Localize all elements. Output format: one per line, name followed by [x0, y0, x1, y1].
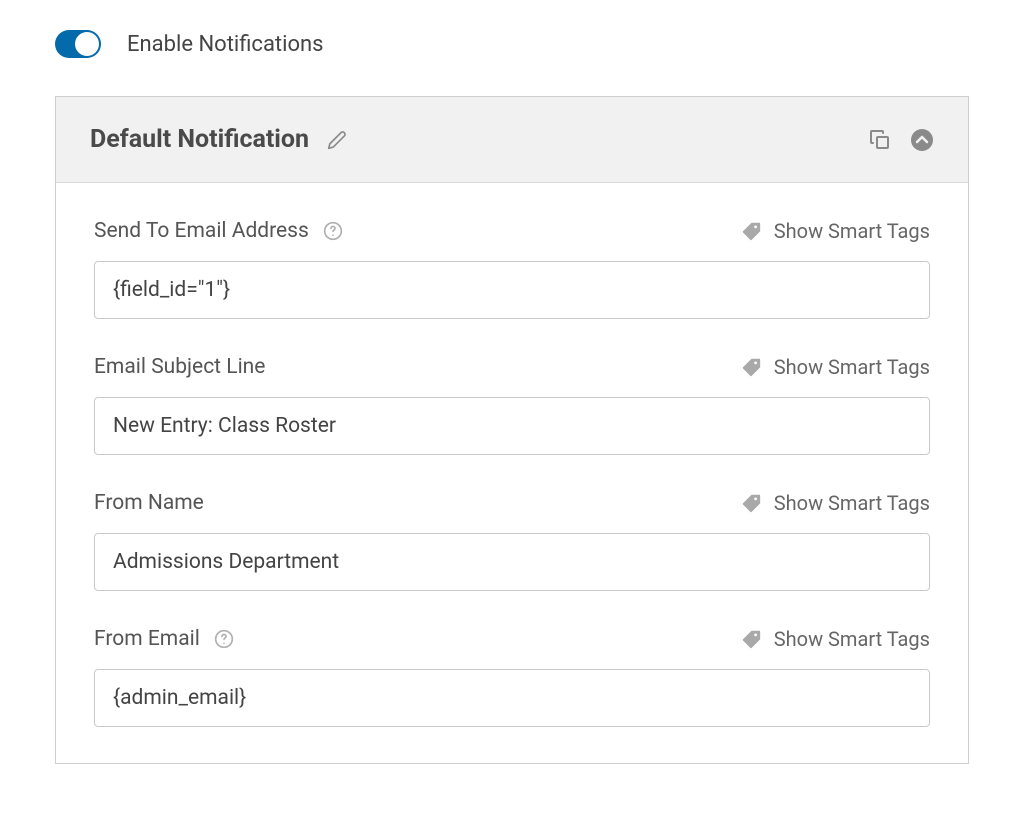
send-to-input[interactable]: [94, 261, 930, 319]
tag-icon: [740, 220, 762, 242]
help-icon[interactable]: [214, 629, 234, 649]
show-smart-tags-button[interactable]: Show Smart Tags: [740, 355, 930, 379]
show-smart-tags-button[interactable]: Show Smart Tags: [740, 219, 930, 243]
from-name-label: From Name: [94, 491, 204, 515]
panel-body: Send To Email Address: [56, 183, 968, 727]
chevron-up-circle-icon[interactable]: [910, 128, 934, 152]
from-email-input[interactable]: [94, 669, 930, 727]
copy-icon[interactable]: [868, 128, 892, 152]
subject-field-head: Email Subject Line Show Smart Tags: [94, 355, 930, 379]
from-email-label: From Email: [94, 627, 200, 651]
from-email-field-head: From Email Show: [94, 627, 930, 651]
enable-notifications-toggle[interactable]: [55, 30, 101, 58]
from-email-field-block: From Email Show: [94, 627, 930, 727]
subject-label: Email Subject Line: [94, 355, 265, 379]
help-icon[interactable]: [323, 221, 343, 241]
tag-icon: [740, 628, 762, 650]
send-to-label-wrap: Send To Email Address: [94, 219, 343, 243]
from-name-input[interactable]: [94, 533, 930, 591]
show-smart-tags-button[interactable]: Show Smart Tags: [740, 627, 930, 651]
smart-tags-label: Show Smart Tags: [774, 355, 930, 379]
enable-notifications-label: Enable Notifications: [127, 32, 324, 57]
send-to-field-block: Send To Email Address: [94, 219, 930, 319]
panel-header: Default Notification: [56, 97, 968, 183]
tag-icon: [740, 356, 762, 378]
smart-tags-label: Show Smart Tags: [774, 219, 930, 243]
notification-panel: Default Notification: [55, 96, 969, 764]
enable-notifications-row: Enable Notifications: [55, 30, 969, 58]
smart-tags-label: Show Smart Tags: [774, 491, 930, 515]
subject-label-wrap: Email Subject Line: [94, 355, 265, 379]
panel-actions: [868, 128, 934, 152]
from-name-field-head: From Name Show Smart Tags: [94, 491, 930, 515]
panel-title-wrap: Default Notification: [90, 125, 347, 154]
subject-input[interactable]: [94, 397, 930, 455]
from-name-label-wrap: From Name: [94, 491, 204, 515]
panel-title: Default Notification: [90, 125, 309, 154]
send-to-field-head: Send To Email Address: [94, 219, 930, 243]
send-to-label: Send To Email Address: [94, 219, 309, 243]
pencil-icon[interactable]: [327, 130, 347, 150]
from-email-label-wrap: From Email: [94, 627, 234, 651]
smart-tags-label: Show Smart Tags: [774, 627, 930, 651]
tag-icon: [740, 492, 762, 514]
subject-field-block: Email Subject Line Show Smart Tags: [94, 355, 930, 455]
from-name-field-block: From Name Show Smart Tags: [94, 491, 930, 591]
show-smart-tags-button[interactable]: Show Smart Tags: [740, 491, 930, 515]
toggle-knob: [75, 32, 99, 56]
